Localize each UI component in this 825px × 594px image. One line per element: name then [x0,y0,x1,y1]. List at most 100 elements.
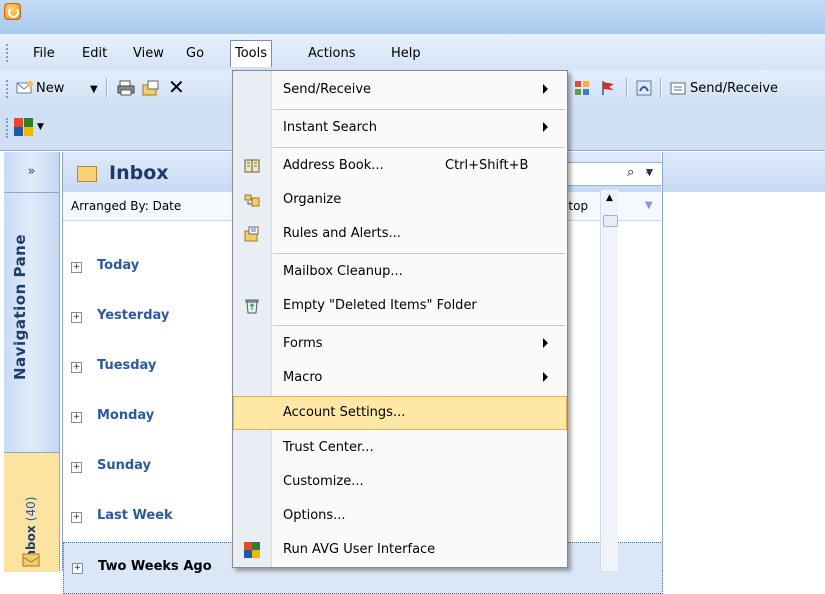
menu-item-label: Organize [283,192,342,207]
menu-item-empty-deleted-items[interactable]: Empty "Deleted Items" Folder [233,289,567,323]
print-icon[interactable] [117,80,135,96]
menu-item-label: Options... [283,508,346,523]
expand-search-icon[interactable]: » [645,164,652,178]
menu-edit[interactable]: Edit [79,45,110,63]
organize-icon [244,192,260,208]
expand-icon[interactable]: + [71,262,82,273]
arranged-by-label[interactable]: Arranged By: Date [71,199,181,213]
expand-icon[interactable]: + [71,512,82,523]
menu-bar: File Edit View Go Tools Actions Help [0,34,825,70]
menu-item-label: Empty "Deleted Items" Folder [283,298,477,313]
mail-list-scrollbar[interactable]: ▲ [600,190,618,571]
folder-icon [77,166,97,182]
menu-separator [273,325,565,326]
menu-view[interactable]: View [130,45,167,63]
menu-item-forms[interactable]: Forms [233,327,567,361]
menu-item-label: Run AVG User Interface [283,542,436,557]
categorize-icon[interactable] [574,80,590,96]
menu-item-label: Customize... [283,474,364,489]
sort-dropdown-icon[interactable]: ▼ [645,200,653,211]
group-label: Two Weeks Ago [98,559,212,574]
submenu-arrow-icon [543,84,548,94]
toolbar-separator [106,78,108,98]
menu-file[interactable]: File [30,45,58,63]
address-book-toolbar-icon[interactable] [636,80,652,96]
move-to-folder-icon[interactable] [142,80,159,96]
new-dropdown-icon[interactable]: ▼ [90,84,98,95]
tools-menu: Send/Receive Instant Search Address Book… [232,70,568,568]
send-receive-button[interactable]: Send/Receive [690,81,778,96]
rules-alerts-icon [244,226,260,242]
menubar-grip[interactable] [6,44,11,62]
group-label: Monday [97,408,155,423]
menu-item-organize[interactable]: Organize [233,183,567,217]
send-receive-icon[interactable] [670,80,686,96]
menu-item-macro[interactable]: Macro [233,361,567,395]
empty-trash-icon [244,298,260,314]
menu-item-label: Rules and Alerts... [283,226,401,241]
menu-item-customize[interactable]: Customize... [233,465,567,499]
delete-icon[interactable]: ✕ [168,75,185,99]
reading-pane-header [663,152,825,192]
toolbar-separator [660,78,662,98]
menu-item-label: Macro [283,370,323,385]
menu-item-mailbox-cleanup[interactable]: Mailbox Cleanup... [233,255,567,289]
expand-icon[interactable]: + [71,462,82,473]
submenu-arrow-icon [543,122,548,132]
avg-toolbar-icon[interactable] [14,118,33,136]
menu-separator [273,147,565,148]
menu-go[interactable]: Go [183,45,207,63]
outlook-app-icon[interactable] [4,3,21,20]
address-book-icon [244,158,260,174]
navigation-pane: » Navigation Pane Inbox (40) [4,152,60,572]
menu-actions[interactable]: Actions [305,45,359,63]
reading-pane [662,152,825,571]
expand-nav-pane-icon[interactable]: » [4,152,59,193]
menu-item-account-settings[interactable]: Account Settings... [233,396,567,430]
menu-item-label: Forms [283,336,323,351]
follow-up-flag-icon[interactable] [600,80,616,96]
group-label: Sunday [97,458,152,473]
nav-inbox-tab[interactable]: Inbox (40) [4,452,59,572]
menu-separator [273,109,565,110]
expand-icon[interactable]: + [72,563,83,574]
new-button[interactable]: New [36,81,64,96]
submenu-arrow-icon [543,372,548,382]
scroll-up-icon[interactable]: ▲ [601,190,618,207]
avg-icon [244,542,260,558]
menu-item-label: Send/Receive [283,82,372,97]
navigation-pane-label[interactable]: Navigation Pane [11,234,29,380]
group-label: Last Week [97,508,173,523]
toolbar-separator [626,78,628,98]
toolbar2-grip[interactable] [6,118,11,138]
menu-item-run-avg[interactable]: Run AVG User Interface [233,533,567,567]
menu-item-label: Trust Center... [283,440,374,455]
menu-item-trust-center[interactable]: Trust Center... [233,431,567,465]
expand-icon[interactable]: + [71,412,82,423]
toolbar2-options-icon[interactable]: ▼ [37,122,44,132]
scroll-thumb[interactable] [603,215,618,227]
group-label: Today [97,258,140,273]
group-label: Yesterday [97,308,170,323]
expand-icon[interactable]: + [71,312,82,323]
expand-icon[interactable]: + [71,362,82,373]
menu-item-shortcut: Ctrl+Shift+B [445,158,529,173]
submenu-arrow-icon [543,338,548,348]
menu-item-rules-and-alerts[interactable]: Rules and Alerts... [233,217,567,251]
nav-inbox-count: (40) [24,496,38,522]
menu-item-options[interactable]: Options... [233,499,567,533]
menu-tools[interactable]: Tools [230,40,273,67]
menu-item-label: Mailbox Cleanup... [283,264,403,279]
menu-item-address-book[interactable]: Address Book... Ctrl+Shift+B [233,149,567,183]
search-icon[interactable]: ⌕ [627,165,634,180]
menu-separator [273,253,565,254]
menu-item-label: Address Book... [283,158,384,173]
new-mail-icon[interactable] [16,80,33,96]
inbox-folder-icon [22,551,40,570]
toolbar-grip[interactable] [6,80,11,98]
folder-title: Inbox [109,162,169,184]
menu-item-send-receive[interactable]: Send/Receive [233,73,567,107]
menu-item-label: Instant Search [283,120,378,135]
menu-help[interactable]: Help [388,45,424,63]
menu-item-instant-search[interactable]: Instant Search [233,111,567,145]
